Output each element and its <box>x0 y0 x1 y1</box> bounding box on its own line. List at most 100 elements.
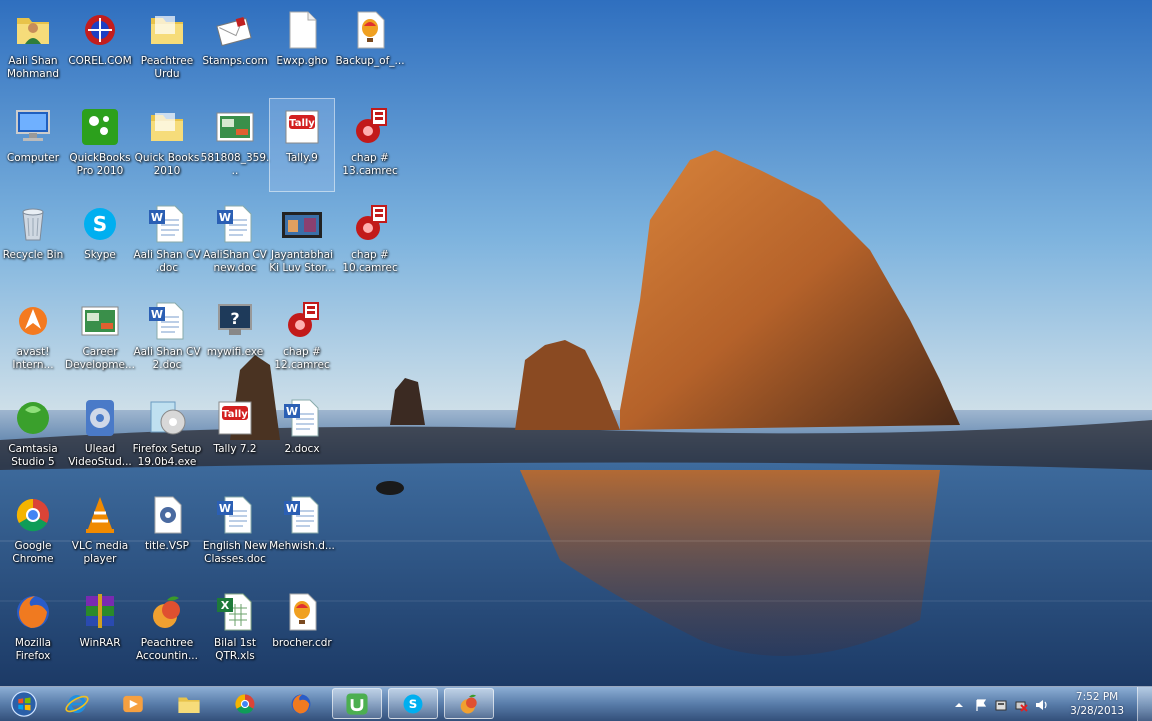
camrec-icon <box>280 299 324 343</box>
desktop-icon-chap-12-camrec[interactable]: chap # 12.camrec <box>270 293 334 385</box>
desktop-icon-label: Ulead VideoStud... <box>68 443 132 468</box>
desktop-icon-career-developme[interactable]: Career Developme... <box>65 293 135 385</box>
system-clock[interactable]: 7:52 PM 3/28/2013 <box>1070 690 1124 718</box>
action-center-flag-icon[interactable] <box>974 698 988 712</box>
desktop-icon-label: Backup_of_... <box>335 55 405 67</box>
desktop-icon-aali-shan-cv-doc[interactable]: W Aali Shan CV .doc <box>133 196 201 288</box>
word-doc-icon: W <box>213 493 257 537</box>
desktop-icon-bilal-1st-qtr-xls[interactable]: X Bilal 1st QTR.xls <box>203 584 267 676</box>
camrec-icon <box>348 105 392 149</box>
svg-text:W: W <box>151 211 163 224</box>
desktop-icon-quick-books-2010[interactable]: Quick Books 2010 <box>135 99 199 191</box>
desktop-icon-label: Tally 7.2 <box>213 443 257 455</box>
show-hidden-icons-icon[interactable] <box>952 698 966 712</box>
desktop-icon-english-new-classes-doc[interactable]: W English New Classes.doc <box>203 487 267 579</box>
desktop-icon-label: Google Chrome <box>12 540 54 565</box>
desktop-icon-chap-10-camrec[interactable]: chap # 10.camrec <box>338 196 402 288</box>
taskbar-skype-button[interactable]: S <box>388 688 438 719</box>
svg-text:X: X <box>221 599 230 612</box>
taskbar-internet-explorer-button[interactable] <box>52 688 102 719</box>
desktop-icon-peachtree-urdu[interactable]: Peachtree Urdu <box>135 2 199 94</box>
desktop-icon-label: Skype <box>84 249 116 261</box>
desktop-icon-recycle-bin[interactable]: Recycle Bin <box>1 196 65 288</box>
network-disconnected-icon[interactable] <box>1014 698 1028 712</box>
media-player-icon <box>123 695 143 712</box>
volume-icon[interactable] <box>1034 698 1048 712</box>
word-doc-icon: W <box>280 396 324 440</box>
firefox-icon <box>11 590 55 634</box>
desktop-icon-corel-com[interactable]: COREL.COM <box>68 2 132 94</box>
balloon-file-icon <box>348 8 392 52</box>
desktop-icon-label: Jayantabhai Ki Luv Stor... <box>269 249 335 274</box>
desktop-icon-label: avast! Intern... <box>12 346 54 371</box>
desktop-icon-backup-of[interactable]: Backup_of_... <box>335 2 405 94</box>
ulead-icon <box>78 396 122 440</box>
desktop-icon-vlc-media-player[interactable]: VLC media player <box>68 487 132 579</box>
desktop-icon-aali-shan-cv-2-doc[interactable]: W Aali Shan CV 2.doc <box>133 293 201 385</box>
balloon-file-icon <box>280 590 324 634</box>
desktop-icon-mozilla-firefox[interactable]: Mozilla Firefox <box>1 584 65 676</box>
desktop-icon-jayantabhai-ki-luv-stor[interactable]: Jayantabhai Ki Luv Stor... <box>269 196 335 288</box>
peachtree-icon <box>460 694 477 713</box>
taskbar-utorrent-button[interactable] <box>332 688 382 719</box>
desktop-icon-2-docx[interactable]: W 2.docx <box>270 390 334 482</box>
desktop-icon-label: Tally.9 <box>286 152 318 164</box>
desktop-icon-label: Quick Books 2010 <box>134 152 200 177</box>
tally-icon: Tally <box>213 396 257 440</box>
chrome-icon <box>11 493 55 537</box>
taskbar-peachtree-button[interactable] <box>444 688 494 719</box>
desktop-icon-581808-359[interactable]: 581808_359... <box>201 99 269 191</box>
taskbar-google-chrome-button[interactable] <box>220 688 270 719</box>
desktop-icon-winrar[interactable]: WinRAR <box>68 584 132 676</box>
quickbooks-icon <box>78 105 122 149</box>
desktop-icon-stamps-com[interactable]: Stamps.com <box>202 2 268 94</box>
taskbar-windows-explorer-button[interactable] <box>164 688 214 719</box>
desktop-icon-ewxp-gho[interactable]: Ewxp.gho <box>270 2 334 94</box>
notification-area: 7:52 PM 3/28/2013 <box>952 687 1152 721</box>
desktop-icon-tally-9[interactable]: Tally Tally.9 <box>269 98 335 192</box>
desktop-icon-peachtree-accountin[interactable]: Peachtree Accountin... <box>135 584 199 676</box>
desktop-icon-aalishan-cv-new-doc[interactable]: W AaliShan CV new.doc <box>203 196 267 288</box>
desktop-icon-label: Peachtree Accountin... <box>136 637 198 662</box>
taskbar-media-player-button[interactable] <box>108 688 158 719</box>
desktop-icon-label: Computer <box>6 152 60 164</box>
taskbar-firefox-button[interactable] <box>276 688 326 719</box>
desktop-icon-mehwish-d[interactable]: W Mehwish.d... <box>269 487 335 579</box>
help-monitor-icon: ? <box>213 299 257 343</box>
word-doc-icon: W <box>280 493 324 537</box>
desktop-icon-label: Career Developme... <box>65 346 135 371</box>
desktop-icon-google-chrome[interactable]: Google Chrome <box>1 487 65 579</box>
desktop-icon-mywifi-exe[interactable]: ? mywifi.exe <box>203 293 267 385</box>
desktop[interactable]: Aali Shan Mohmand COREL.COM Peachtree Urdu… <box>0 0 1152 686</box>
desktop-icon-ulead-videostud[interactable]: Ulead VideoStud... <box>68 390 132 482</box>
desktop-icon-skype[interactable]: S Skype <box>68 196 132 288</box>
skype-icon: S <box>78 202 122 246</box>
device-icon[interactable] <box>994 698 1008 712</box>
avast-icon <box>11 299 55 343</box>
desktop-icon-chap-13-camrec[interactable]: chap # 13.camrec <box>338 99 402 191</box>
desktop-icon-avast-intern[interactable]: avast! Intern... <box>1 293 65 385</box>
winrar-icon <box>78 590 122 634</box>
desktop-icon-brocher-cdr[interactable]: brocher.cdr <box>270 584 334 676</box>
svg-text:S: S <box>409 697 418 711</box>
desktop-icon-firefox-setup-19-0b4-exe[interactable]: Firefox Setup 19.0b4.exe <box>133 390 201 482</box>
desktop-icon-label: Mozilla Firefox <box>14 637 52 662</box>
desktop-icon-aali-shan-mohmand[interactable]: Aali Shan Mohmand <box>1 2 65 94</box>
desktop-icon-label: Aali Shan Mohmand <box>6 55 60 80</box>
desktop-icon-label: QuickBooks Pro 2010 <box>69 152 131 177</box>
firefox-icon <box>291 694 311 713</box>
desktop-icon-quickbooks-pro-2010[interactable]: QuickBooks Pro 2010 <box>68 99 132 191</box>
taskbar: S 7:52 PM 3/28/2013 <box>0 686 1152 721</box>
desktop-icon-label: AaliShan CV new.doc <box>203 249 267 274</box>
desktop-icon-title-vsp[interactable]: title.VSP <box>135 487 199 579</box>
vsp-file-icon <box>145 493 189 537</box>
desktop-icon-computer[interactable]: Computer <box>1 99 65 191</box>
desktop-icon-label: Camtasia Studio 5 <box>8 443 58 468</box>
desktop-icon-label: chap # 12.camrec <box>274 346 330 371</box>
desktop-icon-camtasia-studio-5[interactable]: Camtasia Studio 5 <box>1 390 65 482</box>
desktop-icon-label: chap # 13.camrec <box>342 152 398 177</box>
desktop-icon-tally-7-2[interactable]: Tally Tally 7.2 <box>203 390 267 482</box>
start-button[interactable] <box>2 688 46 719</box>
show-desktop-button[interactable] <box>1137 687 1152 721</box>
word-doc-icon: W <box>145 299 189 343</box>
